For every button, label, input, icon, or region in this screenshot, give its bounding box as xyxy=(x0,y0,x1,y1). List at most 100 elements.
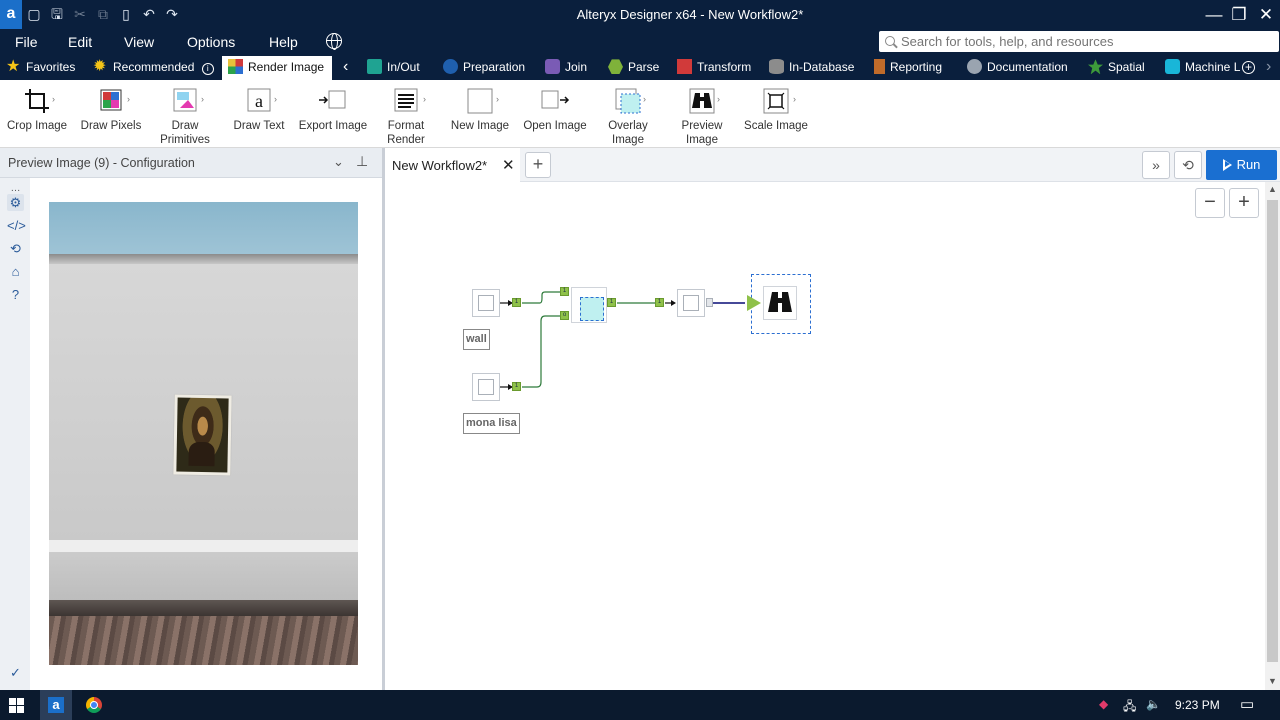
node-new-image-wall[interactable] xyxy=(472,289,500,317)
tab-preparation-label: Preparation xyxy=(463,60,526,74)
chevron-right-icon: › xyxy=(423,94,426,104)
history-icon[interactable]: ⟲ xyxy=(1174,151,1202,179)
maximize-icon[interactable]: ❐ xyxy=(1226,0,1252,29)
undo-icon[interactable]: ↶ xyxy=(140,5,158,23)
spatial-icon xyxy=(1088,59,1103,75)
redo-icon[interactable]: ↷ xyxy=(163,5,181,23)
tool-category-bar: ★ Favorites ✹ Recommended i Render Image ‹… xyxy=(0,56,1280,80)
annotation-icon[interactable]: ⟲ xyxy=(7,240,24,257)
tab-parse[interactable]: Parse xyxy=(608,56,659,80)
pin-icon[interactable]: ⊥ xyxy=(356,153,368,170)
scroll-down-icon[interactable]: ▼ xyxy=(1265,674,1280,689)
alteryx-icon: a xyxy=(48,697,64,713)
code-icon[interactable]: </> xyxy=(7,217,26,234)
node-format-render[interactable] xyxy=(677,289,705,317)
cut-icon[interactable]: ✂ xyxy=(71,5,89,23)
copy-icon[interactable]: ⧉ xyxy=(94,5,112,23)
menu-edit[interactable]: Edit xyxy=(68,34,92,50)
tab-documentation[interactable]: Documentation xyxy=(967,56,1068,80)
tab-inout[interactable]: In/Out xyxy=(367,56,420,80)
expand-icon[interactable]: » xyxy=(1142,151,1170,179)
preview-wall-lower xyxy=(49,552,358,600)
tab-recommended[interactable]: ✹ Recommended i xyxy=(93,56,214,80)
tag-icon[interactable]: ⌂ xyxy=(7,263,24,280)
tool-new-image[interactable]: New Image xyxy=(449,86,511,133)
tab-transform[interactable]: Transform xyxy=(677,56,751,80)
check-circle-icon[interactable]: ✓ xyxy=(7,664,24,681)
output-anchor[interactable]: 1 xyxy=(512,298,521,307)
tab-render-image[interactable]: Render Image xyxy=(222,56,333,80)
close-tab-icon[interactable]: ✕ xyxy=(502,156,515,174)
close-icon[interactable]: ✕ xyxy=(1253,0,1279,29)
parse-icon xyxy=(608,59,623,75)
tab-parse-label: Parse xyxy=(628,60,660,74)
menu-options[interactable]: Options xyxy=(187,34,235,50)
taskbar-alteryx[interactable]: a xyxy=(40,690,72,720)
configuration-rail: … ⚙ </> ⟲ ⌂ ? ✓ xyxy=(0,178,30,690)
output-anchor[interactable]: 1 xyxy=(512,382,521,391)
save-icon[interactable]: 🖫 xyxy=(48,5,66,23)
tab-favorites[interactable]: ★ Favorites xyxy=(6,56,75,80)
tab-machine-learning[interactable]: Machine L xyxy=(1165,56,1240,80)
workflow-canvas[interactable]: − + 1 wall 1 mona lisa 1 o 1 1 xyxy=(385,182,1265,690)
windows-start-icon[interactable] xyxy=(9,698,25,713)
output-anchor[interactable]: 1 xyxy=(607,298,616,307)
chevron-down-icon[interactable]: ⌄ xyxy=(333,154,344,170)
settings-gear-icon[interactable]: ⚙ xyxy=(7,194,24,211)
notification-icon[interactable]: ▭ xyxy=(1240,695,1254,713)
scroll-left-icon[interactable]: ‹ xyxy=(343,56,348,80)
minimize-icon[interactable]: — xyxy=(1201,0,1227,29)
add-category-icon[interactable]: + xyxy=(1242,56,1255,80)
scroll-up-icon[interactable]: ▲ xyxy=(1265,182,1280,197)
menu-file[interactable]: File xyxy=(15,34,38,50)
tool-draw-primitives[interactable]: Draw Primitives xyxy=(155,86,215,147)
reporting-icon xyxy=(874,59,885,75)
open-image-icon xyxy=(540,86,570,116)
tab-in-database[interactable]: In-Database xyxy=(769,56,854,80)
taskbar: a ◆ 🖧 🔈 9:23 PM ▭ xyxy=(0,690,1280,720)
run-button[interactable]: Run xyxy=(1206,150,1277,180)
network-icon[interactable]: 🖧 xyxy=(1123,697,1136,718)
tab-reporting[interactable]: Reporting xyxy=(874,56,942,80)
chrome-icon[interactable] xyxy=(86,697,102,713)
search-box[interactable] xyxy=(879,31,1279,52)
globe-icon[interactable] xyxy=(326,33,342,50)
output-anchor[interactable] xyxy=(706,298,713,307)
menu-view[interactable]: View xyxy=(124,34,154,50)
new-image-icon xyxy=(478,379,494,395)
scrollbar-thumb[interactable] xyxy=(1267,200,1278,662)
menu-help[interactable]: Help xyxy=(269,34,298,50)
paste-icon[interactable]: ▯ xyxy=(117,5,135,23)
info-icon[interactable]: i xyxy=(201,63,214,75)
tab-spatial[interactable]: Spatial xyxy=(1088,56,1145,80)
scroll-right-icon[interactable]: › xyxy=(1266,56,1271,80)
tab-new-workflow2[interactable]: New Workflow2* ✕ xyxy=(385,148,520,182)
volume-icon[interactable]: 🔈 xyxy=(1146,697,1161,711)
tool-crop-image[interactable]: Crop Image xyxy=(5,86,69,133)
new-image-icon xyxy=(465,86,495,116)
input-anchor[interactable]: 1 xyxy=(655,298,664,307)
tool-draw-pixels[interactable]: Draw Pixels xyxy=(80,86,142,133)
search-input[interactable] xyxy=(901,32,1271,51)
tool-scale-image[interactable]: Scale Image xyxy=(743,86,809,133)
tool-open-image[interactable]: Open Image xyxy=(521,86,589,133)
input-anchor-overlay[interactable]: o xyxy=(560,311,569,320)
tab-join[interactable]: Join xyxy=(545,56,587,80)
help-icon[interactable]: ? xyxy=(7,286,24,303)
database-icon xyxy=(769,59,784,75)
tool-export-image[interactable]: Export Image xyxy=(297,86,369,133)
input-anchor-base[interactable]: 1 xyxy=(560,287,569,296)
canvas-scrollbar[interactable]: ▲ ▼ xyxy=(1265,182,1280,690)
format-icon xyxy=(683,295,699,311)
clock[interactable]: 9:23 PM xyxy=(1175,698,1220,712)
new-tab-button[interactable]: + xyxy=(525,152,551,178)
node-preview-image[interactable] xyxy=(763,286,797,320)
play-icon xyxy=(1222,158,1232,171)
app-tray-icon[interactable]: ◆ xyxy=(1099,697,1108,711)
node-overlay-image[interactable] xyxy=(571,287,607,323)
tool-draw-text[interactable]: a Draw Text xyxy=(232,86,286,133)
new-icon[interactable]: ▢ xyxy=(25,5,43,23)
node-new-image-mona-lisa[interactable] xyxy=(472,373,500,401)
preparation-icon xyxy=(443,59,458,75)
tab-preparation[interactable]: Preparation xyxy=(443,56,525,80)
